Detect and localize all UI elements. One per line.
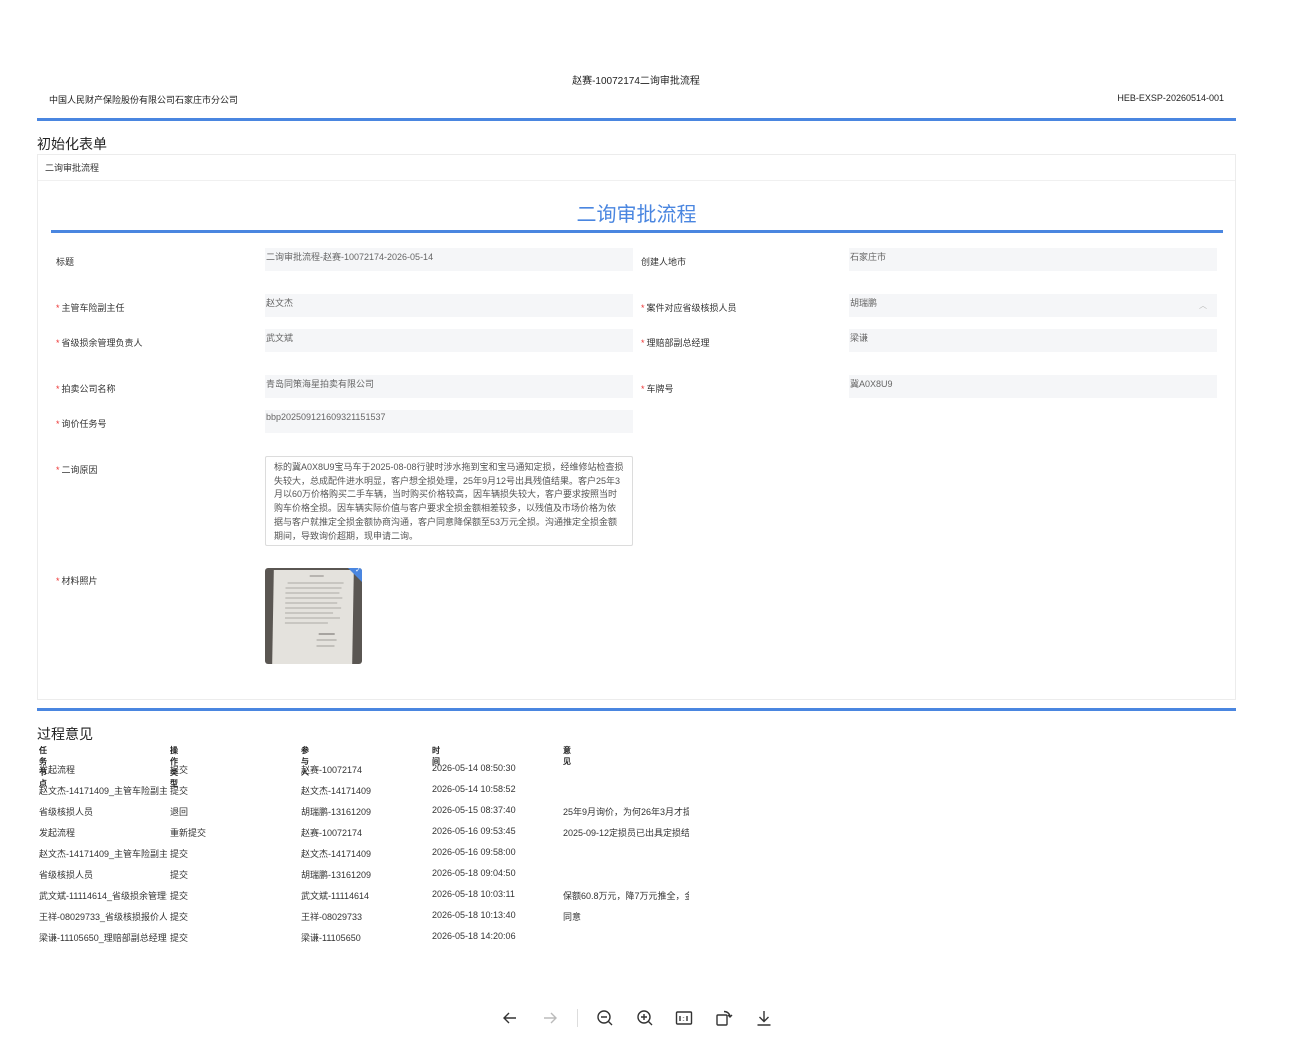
cell-time: 2026-05-14 10:58:52 — [432, 784, 516, 794]
rotate-icon[interactable] — [711, 1005, 737, 1031]
cell-time: 2026-05-16 09:58:00 — [432, 847, 516, 857]
form-heading-divider — [51, 230, 1223, 233]
header-divider — [37, 118, 1236, 121]
photo-text-lines — [284, 575, 344, 647]
cell-time: 2026-05-16 09:53:45 — [432, 826, 516, 836]
cell-time: 2026-05-18 10:03:11 — [432, 889, 515, 899]
cell-time: 2026-05-15 08:37:40 — [432, 805, 516, 815]
field-label-supervisor: * 主管车险副主任 — [56, 303, 125, 313]
cell-action: 提交 — [170, 891, 189, 901]
field-label-plate: * 车牌号 — [641, 384, 674, 394]
document-number: HEB-EXSP-20260514-001 — [1117, 93, 1224, 103]
plate-field[interactable]: 冀A0X8U9 — [849, 375, 1217, 398]
field-label-residual-manager: * 省级损余管理负责人 — [56, 338, 143, 348]
cell-participant: 胡瑞鹏-13161209 — [301, 870, 372, 880]
cell-time: 2026-05-18 10:13:40 — [432, 910, 516, 920]
arrow-right-icon[interactable] — [537, 1005, 563, 1031]
claims-deputy-field[interactable]: 梁谦 — [849, 329, 1217, 352]
cell-node: 省级核损人员 — [39, 870, 94, 880]
col-header-opinion: 意见 — [563, 746, 571, 766]
arrow-left-icon[interactable] — [497, 1005, 523, 1031]
zoom-out-icon[interactable] — [592, 1005, 618, 1031]
cell-opinion: 2025-09-12定损员已出具定损结果 — [563, 828, 689, 838]
check-icon: ✓ — [355, 568, 361, 574]
cell-node: 赵文杰-14171409_主管车险副主任 — [39, 849, 167, 859]
cell-opinion: 同意 — [563, 912, 582, 922]
download-icon[interactable] — [751, 1005, 777, 1031]
field-label-photos: * 材料照片 — [56, 576, 98, 586]
cell-node: 赵文杰-14171409_主管车险副主任 — [39, 786, 167, 796]
cell-node: 梁谦-11105650_理赔部副总经理 — [39, 933, 167, 943]
toolbar-separator — [576, 1009, 578, 1027]
cell-action: 提交 — [170, 849, 189, 859]
actual-size-icon[interactable] — [671, 1005, 697, 1031]
inquiry-task-field[interactable]: bbp202509121609321151537 — [265, 410, 633, 433]
field-label-city: 创建人地市 — [641, 257, 687, 267]
form-heading: 二询审批流程 — [576, 204, 697, 226]
form-card: 二询审批流程 二询审批流程 — [37, 154, 1236, 700]
cell-opinion: 保额60.8万元，降7万元推全，金额合理 — [563, 891, 689, 901]
cell-node: 王祥-08029733_省级核损报价人员 — [39, 912, 167, 922]
company-name: 中国人民财产保险股份有限公司石家庄市分公司 — [49, 95, 239, 105]
city-field[interactable]: 石家庄市 — [849, 248, 1217, 271]
supervisor-field[interactable]: 赵文杰 — [265, 294, 633, 317]
material-photo-thumbnail[interactable]: ✓ — [265, 568, 362, 664]
province-assessor-select[interactable]: 胡瑞鹏 ︿ — [849, 294, 1217, 317]
form-card-title: 二询审批流程 — [38, 155, 1235, 181]
field-label-province-assessor: * 案件对应省级核损人员 — [641, 303, 737, 313]
cell-opinion: 25年9月询价，为何26年3月才提交 — [563, 807, 689, 817]
residual-manager-field[interactable]: 武文斌 — [265, 329, 633, 352]
init-form-section-title: 初始化表单 — [37, 136, 107, 152]
cell-action: 提交 — [170, 933, 189, 943]
reason-textarea[interactable]: 标的冀A0X8U9宝马车于2025-08-08行驶时涉水拖到宝和宝马通知定损，经… — [265, 456, 633, 546]
section-divider — [37, 708, 1236, 711]
cell-time: 2026-05-18 14:20:06 — [432, 931, 516, 941]
title-field[interactable]: 二询审批流程-赵赛-10072174-2026-05-14 — [265, 248, 633, 271]
image-viewer-toolbar — [497, 1005, 777, 1031]
cell-action: 退回 — [170, 807, 189, 817]
cell-participant: 梁谦-11105650 — [301, 933, 361, 943]
cell-participant: 赵文杰-14171409 — [301, 786, 372, 796]
field-label-title: 标题 — [56, 257, 75, 267]
cell-time: 2026-05-18 09:04:50 — [432, 868, 516, 878]
auction-company-field[interactable]: 青岛同策海星拍卖有限公司 — [265, 375, 633, 398]
photo-document-page — [272, 570, 354, 664]
cell-participant: 赵赛-10072174 — [301, 828, 363, 838]
cell-action: 提交 — [170, 912, 189, 922]
document-title: 赵赛-10072174二询审批流程 — [572, 76, 700, 87]
cell-participant: 武文斌-11114614 — [301, 891, 370, 901]
cell-node: 武文斌-11114614_省级损余管理负责人 — [39, 891, 167, 901]
cell-participant: 赵赛-10072174 — [301, 765, 363, 775]
cell-time: 2026-05-14 08:50:30 — [432, 763, 516, 773]
cell-node: 发起流程 — [39, 828, 76, 838]
cell-action: 提交 — [170, 765, 189, 775]
cell-node: 发起流程 — [39, 765, 76, 775]
chevron-up-icon: ︿ — [1199, 301, 1207, 310]
cell-node: 省级核损人员 — [39, 807, 94, 817]
cell-action: 提交 — [170, 786, 189, 796]
field-label-inquiry-task: * 询价任务号 — [56, 419, 107, 429]
process-section-title: 过程意见 — [37, 726, 93, 742]
field-label-auction-company: * 拍卖公司名称 — [56, 384, 116, 394]
field-label-claims-deputy: * 理赔部副总经理 — [641, 338, 710, 348]
cell-participant: 赵文杰-14171409 — [301, 849, 372, 859]
cell-participant: 胡瑞鹏-13161209 — [301, 807, 372, 817]
cell-action: 提交 — [170, 870, 189, 880]
field-label-reason: * 二询原因 — [56, 465, 98, 475]
cell-action: 重新提交 — [170, 828, 207, 838]
zoom-in-icon[interactable] — [632, 1005, 658, 1031]
cell-participant: 王祥-08029733 — [301, 912, 363, 922]
